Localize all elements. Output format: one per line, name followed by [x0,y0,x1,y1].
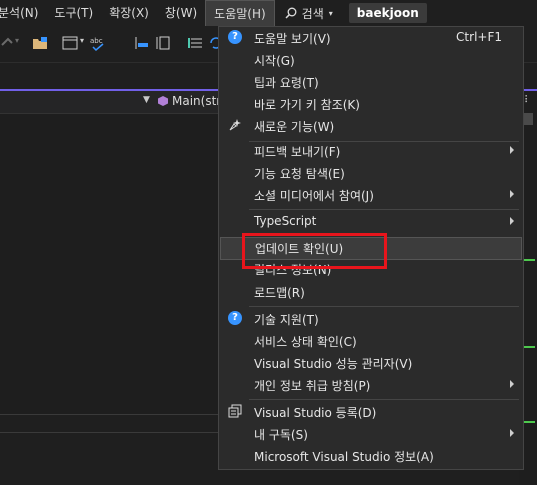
window-layout-icon[interactable] [62,35,78,51]
menu-item-label: 개인 정보 취급 방침(P) [254,379,371,393]
menu-item-technical-support[interactable]: ? 기술 지원(T) [219,308,523,331]
divider [0,414,218,415]
toolbar-dropdown-icon[interactable]: ▾ [80,36,84,45]
spell-check-icon[interactable]: abc [90,35,106,51]
menu-separator [249,399,519,400]
folder-icon[interactable] [32,35,48,51]
menu-item-shortcut-reference[interactable]: 바로 가기 키 참조(K) [219,93,523,116]
menu-item-view-help[interactable]: ? 도움말 보기(V) Ctrl+F1 [219,27,523,50]
divider [0,432,218,433]
menu-item-social-media[interactable]: 소셜 미디어에서 참여(J) [219,184,523,207]
submenu-arrow-icon [510,380,514,388]
search-label: 검색 [301,6,324,21]
menu-item-label: 바로 가기 키 참조(K) [254,98,360,112]
redo-icon[interactable] [0,35,16,51]
search-icon [285,7,297,19]
menu-window[interactable]: 창(W) [157,0,205,26]
menu-item-feature-requests[interactable]: 기능 요청 탐색(E) [219,162,523,185]
menu-item-label: 내 구독(S) [254,428,308,442]
change-marker [523,346,535,348]
search-button[interactable]: 검색 ▾ [275,0,343,26]
menu-item-label: 새로운 기능(W) [254,120,335,134]
menu-item-label: 로드맵(R) [254,286,305,300]
menu-item-service-status[interactable]: 서비스 상태 확인(C) [219,330,523,353]
member-label: Main(str [172,94,222,108]
menu-item-label: 기능 요청 탐색(E) [254,167,345,181]
menu-item-my-subscriptions[interactable]: 내 구독(S) [219,423,523,446]
comment-lines-icon[interactable] [188,35,204,51]
menu-item-whats-new[interactable]: 새로운 기능(W) [219,115,523,138]
submenu-arrow-icon [510,146,514,154]
shortcut-label: Ctrl+F1 [456,30,502,44]
menu-tools[interactable]: 도구(T) [46,0,101,26]
menu-item-tips[interactable]: 팁과 요령(T) [219,71,523,94]
menu-separator [249,306,519,307]
editor-area[interactable] [0,114,218,433]
menu-extensions[interactable]: 확장(X) [101,0,157,26]
menu-item-label: Visual Studio 등록(D) [254,406,377,420]
menu-item-label: 피드백 보내기(F) [254,145,341,159]
menu-item-label: 소셜 미디어에서 참여(J) [254,189,374,203]
menu-item-label: 기술 지원(T) [254,313,319,327]
menu-item-roadmap[interactable]: 로드맵(R) [219,281,523,304]
chevron-down-icon[interactable]: ▼ [143,95,150,105]
menu-item-register[interactable]: Visual Studio 등록(D) [219,401,523,424]
menu-separator [249,209,519,210]
menu-item-label: Microsoft Visual Studio 정보(A) [254,450,434,464]
align-icon[interactable] [134,35,150,51]
menu-item-label: Visual Studio 성능 관리자(V) [254,357,413,371]
menu-item-get-started[interactable]: 시작(G) [219,49,523,72]
menu-item-label: 팁과 요령(T) [254,76,319,90]
menu-help[interactable]: 도움말(H) [205,0,275,26]
menu-item-about[interactable]: Microsoft Visual Studio 정보(A) [219,445,523,468]
menu-item-performance-manager[interactable]: Visual Studio 성능 관리자(V) [219,352,523,375]
svg-text:abc: abc [90,37,103,45]
menu-item-privacy-policy[interactable]: 개인 정보 취급 방침(P) [219,374,523,397]
submenu-arrow-icon [510,190,514,198]
menu-item-label: 시작(G) [254,54,295,68]
menu-item-typescript[interactable]: TypeScript [219,211,523,234]
sparkle-icon [229,119,241,131]
menu-item-label: TypeScript [254,214,317,228]
register-icon [228,404,242,418]
change-marker [523,259,535,261]
method-cube-icon [158,96,168,106]
submenu-arrow-icon [510,429,514,437]
menu-item-label: 도움말 보기(V) [254,32,331,46]
chevron-down-icon: ▾ [328,8,333,18]
document-icon[interactable] [156,35,172,51]
submenu-arrow-icon [510,217,514,225]
menu-bar: 분석(N) 도구(T) 확장(X) 창(W) 도움말(H) 검색 ▾ baekj… [0,0,537,26]
toolbar-dropdown-icon[interactable]: ▾ [15,36,19,45]
menu-analyze[interactable]: 분석(N) [0,0,46,26]
solution-name-badge: baekjoon [348,3,427,23]
menu-item-send-feedback[interactable]: 피드백 보내기(F) [219,140,523,163]
change-marker [523,421,535,423]
help-icon: ? [228,311,242,325]
highlight-annotation-box [242,233,387,269]
member-dropdown[interactable]: Main(str [157,94,221,108]
help-icon: ? [228,30,242,44]
menu-item-label: 서비스 상태 확인(C) [254,335,357,349]
